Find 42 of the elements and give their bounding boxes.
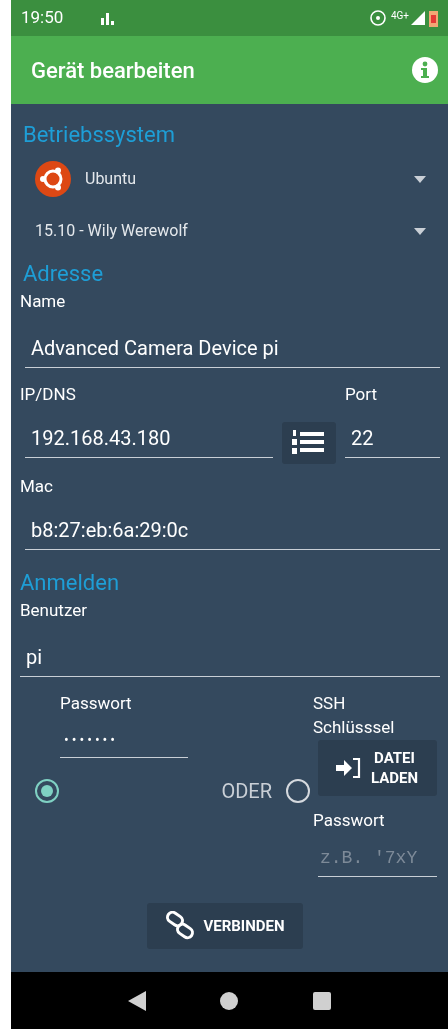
section-heading: Anmelden xyxy=(20,570,121,596)
home-icon[interactable] xyxy=(220,991,239,1010)
radio-button[interactable] xyxy=(35,779,59,803)
version-dropdown[interactable]: 15.10 - Wily Werewolf xyxy=(20,207,440,255)
field-label: Passwort xyxy=(313,808,386,832)
signal-bars-icon xyxy=(99,10,116,26)
key-password-field[interactable]: z.B. '7xY xyxy=(318,845,437,877)
ip-field[interactable]: 192.168.43.180 xyxy=(25,423,273,458)
field-label: Passwort xyxy=(60,691,133,715)
mac-field[interactable]: b8:27:eb:6a:29:0c xyxy=(25,515,440,550)
field-label: Port xyxy=(345,382,379,406)
ubuntu-logo-icon xyxy=(35,161,71,197)
link-icon xyxy=(165,911,196,941)
hotspot-icon xyxy=(368,9,387,27)
connect-button[interactable]: VERBINDEN xyxy=(147,903,303,949)
or-label: ODER xyxy=(221,778,272,805)
field-label: SSH Schlüsssel xyxy=(313,691,396,739)
section-heading: Betriebssystem xyxy=(23,121,177,149)
name-field[interactable]: Advanced Camera Device pi xyxy=(25,332,440,368)
port-field[interactable]: 22 xyxy=(345,423,440,458)
os-dropdown[interactable]: Ubuntu xyxy=(20,155,440,203)
field-label: IP/DNS xyxy=(20,382,77,406)
recents-icon[interactable] xyxy=(312,991,331,1010)
network-type: 4G+ xyxy=(390,8,409,23)
app-title: Gerät bearbeiten xyxy=(31,56,196,85)
section-heading: Adresse xyxy=(23,261,105,287)
numbered-list-button[interactable] xyxy=(282,421,336,464)
battery-icon xyxy=(429,9,438,27)
login-arrow-icon xyxy=(335,756,362,779)
field-label: Benutzer xyxy=(20,599,88,622)
field-label: Mac xyxy=(20,474,54,498)
dropdown-caret-icon xyxy=(414,227,426,235)
radio-button[interactable] xyxy=(286,779,310,803)
cell-signal-icon xyxy=(411,11,425,25)
field-label: Name xyxy=(20,290,67,313)
back-icon[interactable] xyxy=(128,990,147,1011)
load-file-button[interactable]: DATEI LADEN xyxy=(318,739,437,796)
dropdown-caret-icon xyxy=(414,175,426,183)
status-time: 19:50 xyxy=(21,6,64,30)
info-icon[interactable] xyxy=(412,57,438,83)
password-field[interactable]: ••••••• xyxy=(60,730,188,758)
user-field[interactable]: pi xyxy=(20,641,440,677)
